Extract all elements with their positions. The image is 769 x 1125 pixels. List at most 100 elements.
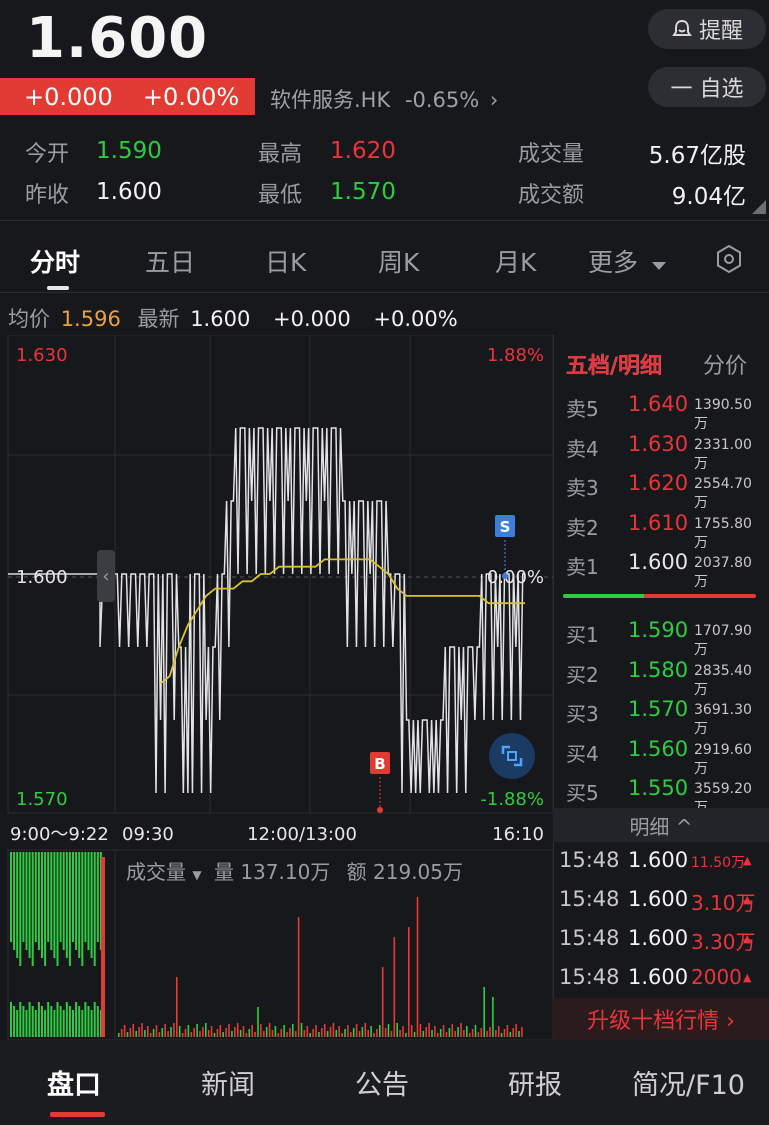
bid-level-4[interactable]: 买4 1.560 2919.60万 <box>566 737 761 777</box>
premarket-bar <box>56 852 59 966</box>
tab-five-day[interactable]: 五日 <box>145 243 195 279</box>
volume-bar <box>483 987 485 1037</box>
tab-daily-k[interactable]: 日K <box>265 243 306 279</box>
settings-icon[interactable] <box>714 244 744 274</box>
volume-bar <box>468 1033 471 1037</box>
premarket-bar <box>25 1010 28 1037</box>
detail-toggle[interactable]: 明细 ^ <box>553 808 769 842</box>
divider <box>0 292 769 293</box>
volume-bar <box>376 1029 378 1037</box>
caret-down-icon: ▼ <box>192 868 202 882</box>
premarket-bar <box>16 1010 19 1037</box>
sector-link[interactable]: 软件服务.HK -0.65% › <box>270 84 498 114</box>
tab-weekly-k[interactable]: 周K <box>378 243 419 279</box>
nav-announcements[interactable]: 公告 <box>355 1063 409 1102</box>
sector-change: -0.65% <box>404 88 480 112</box>
tick-time: 15:48 <box>559 848 620 872</box>
nav-active-indicator <box>50 1112 105 1117</box>
info-change-pct: +0.00% <box>373 307 458 331</box>
up-arrow-icon: ▲ <box>743 893 752 906</box>
upgrade-button[interactable]: 升级十档行情 › <box>553 998 769 1040</box>
volume-bar <box>289 1028 291 1037</box>
volume-bar <box>463 1030 465 1037</box>
volume-bar <box>355 1024 358 1037</box>
premarket-bar <box>90 852 93 958</box>
info-bar: 均价 1.596 最新 1.600 +0.000 +0.00% <box>8 303 458 333</box>
bid-level-5[interactable]: 买51.5503559.20万 <box>566 776 761 816</box>
expand-corner-icon[interactable] <box>752 200 766 214</box>
premarket-bar <box>13 1006 16 1037</box>
premarket-bar <box>16 852 19 958</box>
ask-level-2[interactable]: 卖4 1.630 2331.00万 <box>566 431 761 472</box>
last-price: 1.600 <box>26 6 209 71</box>
volume-bar <box>399 1030 401 1037</box>
ask-level-price: 1.630 <box>628 431 689 456</box>
premarket-bar <box>28 852 31 958</box>
sell-marker-label: S <box>500 518 511 536</box>
volume-bar <box>338 1026 340 1037</box>
tab-monthly-k[interactable]: 月K <box>495 243 536 279</box>
tab-active-indicator <box>47 286 69 290</box>
premarket-bar <box>41 852 43 958</box>
volume-bar <box>170 1027 172 1037</box>
intraday-chart[interactable]: 1.630 1.600 1.570 1.88% 0.00% -1.88% 9:00～9:22… <box>0 335 553 1040</box>
premarket-bar <box>75 1002 78 1037</box>
volume-bar <box>236 1023 239 1037</box>
watchlist-button[interactable]: 一 自选 <box>648 67 766 107</box>
volume-bar <box>422 1031 425 1037</box>
volume-bar <box>123 1025 126 1037</box>
volume-bar <box>254 1032 256 1037</box>
volume-bar <box>448 1028 451 1037</box>
volume-bar <box>413 1032 416 1037</box>
collapse-handle[interactable]: ‹ <box>97 550 115 602</box>
volume-bar <box>492 997 494 1037</box>
premarket-bar <box>93 852 96 966</box>
bid-level-3[interactable]: 买3 1.570 3691.30万 <box>566 697 761 737</box>
volume-bar <box>228 1024 230 1037</box>
sector-name: 软件服务.HK <box>270 88 391 112</box>
volume-selector[interactable]: 成交量 ▼ <box>126 860 202 884</box>
ask-level-3[interactable]: 卖3 1.620 2554.70万 <box>566 471 761 511</box>
ask-level-price: 1.640 <box>628 392 689 416</box>
y-tick-label-right: -1.88% <box>480 789 544 810</box>
premarket-bar <box>56 1002 59 1037</box>
volume-bar <box>402 1026 404 1037</box>
tab-more[interactable]: 更多 <box>588 243 666 279</box>
premarket-bar <box>34 1010 37 1037</box>
change-badge: +0.000 +0.00% <box>0 78 255 115</box>
ask-level-1[interactable]: 卖5 1.640 1390.50万 <box>566 392 761 432</box>
alert-button[interactable]: 提醒 <box>648 9 766 49</box>
volume-bar <box>216 1029 219 1037</box>
low-value: 1.570 <box>330 179 396 205</box>
volume-bar <box>405 1033 407 1037</box>
orderbook-tab-active[interactable]: 五档/明细 <box>566 348 662 380</box>
change-value: +0.000 <box>24 82 113 111</box>
volume-bar <box>335 1030 338 1037</box>
price-distribution-tab[interactable]: 分价 <box>703 348 747 380</box>
premarket-bar <box>72 1010 74 1037</box>
nav-orderbook[interactable]: 盘口 <box>47 1063 101 1102</box>
volume-bar <box>268 1023 271 1037</box>
ask-level-4[interactable]: 卖2 1.610 1755.80万 <box>566 511 761 551</box>
chevron-right-icon: › <box>489 88 499 112</box>
ask-level-5[interactable]: 卖1 1.600 2037.80万 <box>566 550 761 590</box>
volume-bar <box>350 1032 352 1037</box>
bid-level-2[interactable]: 买2 1.580 2835.40万 <box>566 658 761 698</box>
volume-bar <box>294 1031 297 1037</box>
bid-level-volume: 2919.60万 <box>694 741 752 777</box>
volume-bar <box>219 1025 222 1037</box>
volume-bar <box>495 1030 497 1037</box>
nav-profile-f10[interactable]: 简况/F10 <box>632 1063 745 1102</box>
nav-news[interactable]: 新闻 <box>201 1063 255 1102</box>
chart-grid <box>7 335 553 1040</box>
volume-bar <box>431 1030 433 1037</box>
volume-bar <box>147 1026 149 1037</box>
tab-intraday[interactable]: 分时 <box>30 243 80 279</box>
fullscreen-button[interactable] <box>489 733 535 779</box>
volume-bar <box>120 1029 123 1037</box>
tick-time: 15:48 <box>559 926 620 950</box>
nav-research[interactable]: 研报 <box>508 1063 562 1102</box>
tick-price: 1.600 <box>628 965 689 989</box>
bid-level-1[interactable]: 买1 1.590 1707.90万 <box>566 618 761 658</box>
volume-bar <box>512 1028 514 1037</box>
